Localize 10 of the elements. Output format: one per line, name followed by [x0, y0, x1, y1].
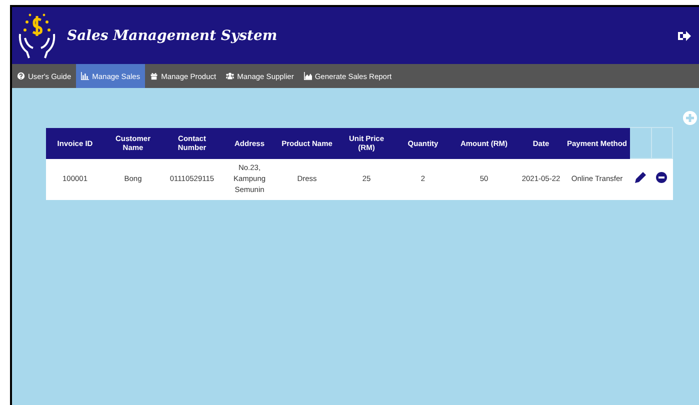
logout-icon[interactable]: [678, 30, 691, 42]
bar-chart-icon: [81, 72, 90, 80]
gift-icon: [150, 72, 158, 80]
area-chart-icon: [304, 72, 312, 80]
users-icon: [226, 72, 234, 80]
help-icon: [17, 72, 25, 80]
edit-icon[interactable]: [635, 172, 646, 184]
hands-coin-icon: [17, 12, 57, 60]
delete-icon[interactable]: [656, 172, 668, 184]
app-title: Sales Management System: [67, 28, 278, 44]
